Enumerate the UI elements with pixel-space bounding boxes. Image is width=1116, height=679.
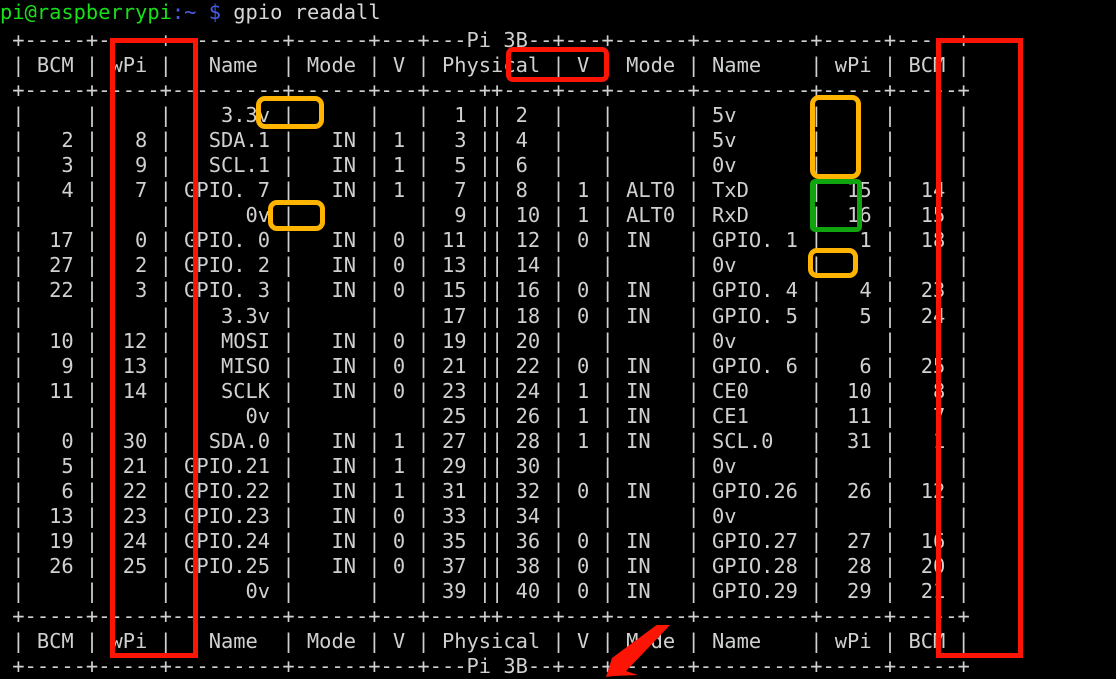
table-separator-top: +-----+-----+---------+------+---+----++… — [0, 78, 970, 103]
table-row: | | | 0v | | | 25 || 26 | 1 | IN | CE1 |… — [0, 403, 970, 428]
table-footer-row: | BCM | wPi | Name | Mode | V | Physical… — [0, 629, 970, 654]
table-row: | 3 | 9 | SCL.1 | IN | 1 | 5 || 6 | | | … — [0, 153, 970, 178]
table-header-row: | BCM | wPi | Name | Mode | V | Physical… — [0, 53, 970, 78]
prompt-command: gpio readall — [233, 0, 381, 24]
table-row: | 10 | 12 | MOSI | IN | 0 | 19 || 20 | |… — [0, 328, 970, 353]
table-row: | 6 | 22 | GPIO.22 | IN | 1 | 31 || 32 |… — [0, 478, 970, 503]
table-row: | | | 0v | | | 39 || 40 | 0 | IN | GPIO.… — [0, 579, 970, 604]
table-row: | | | 3.3v | | | 1 || 2 | | | 5v | | | — [0, 103, 970, 128]
prompt-user-host: pi@raspberrypi — [0, 0, 172, 24]
prompt-path: :~ — [171, 0, 197, 24]
table-row: | 17 | 0 | GPIO. 0 | IN | 0 | 11 || 12 |… — [0, 228, 970, 253]
table-row: | 0 | 30 | SDA.0 | IN | 1 | 27 || 28 | 1… — [0, 428, 970, 453]
prompt-sigil: $ — [208, 0, 221, 24]
table-footer-border: +-----+-----+---------+------+---+---Pi … — [0, 654, 970, 679]
table-row: | 4 | 7 | GPIO. 7 | IN | 1 | 7 || 8 | 1 … — [0, 178, 970, 203]
table-row: | 26 | 25 | GPIO.25 | IN | 0 | 37 || 38 … — [0, 553, 970, 578]
table-row: | 2 | 8 | SDA.1 | IN | 1 | 3 || 4 | | | … — [0, 128, 970, 153]
table-separator-bottom: +-----+-----+---------+------+---+----++… — [0, 604, 970, 629]
table-row: | 5 | 21 | GPIO.21 | IN | 1 | 29 || 30 |… — [0, 453, 970, 478]
table-row: | | | 0v | | | 9 || 10 | 1 | ALT0 | RxD … — [0, 203, 970, 228]
table-row: | 11 | 14 | SCLK | IN | 0 | 23 || 24 | 1… — [0, 378, 970, 403]
prompt-line: pi@raspberrypi:~ $ gpio readall — [0, 0, 1116, 25]
table-row: | 22 | 3 | GPIO. 3 | IN | 0 | 15 || 16 |… — [0, 278, 970, 303]
table-row: | 13 | 23 | GPIO.23 | IN | 0 | 33 || 34 … — [0, 503, 970, 528]
table-row: | 27 | 2 | GPIO. 2 | IN | 0 | 13 || 14 |… — [0, 253, 970, 278]
table-row: | 19 | 24 | GPIO.24 | IN | 0 | 35 || 36 … — [0, 528, 970, 553]
table-top-border: +-----+-----+---------+------+---+---Pi … — [0, 28, 970, 52]
terminal-window: pi@raspberrypi:~ $ gpio readall +-----+-… — [0, 0, 1116, 679]
gpio-readall-output: +-----+-----+---------+------+---+---Pi … — [0, 28, 1116, 679]
table-row: | 9 | 13 | MISO | IN | 0 | 21 || 22 | 0 … — [0, 353, 970, 378]
table-row: | | | 3.3v | | | 17 || 18 | 0 | IN | GPI… — [0, 303, 970, 328]
